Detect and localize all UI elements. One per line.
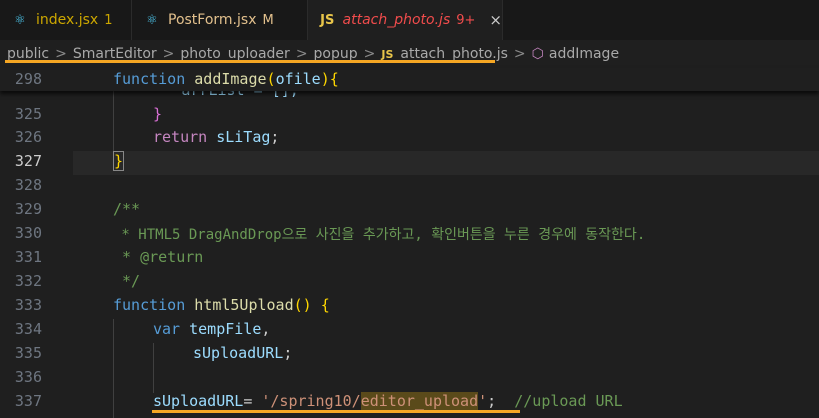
- editor-tab-bar: ⚛ index.jsx 1 ⚛ PostForm.jsx M JS attach…: [0, 0, 819, 40]
- current-line-highlight: [73, 151, 819, 175]
- matching-bracket: }: [113, 151, 125, 171]
- indent-guide: [113, 91, 114, 151]
- code-line: }: [153, 105, 163, 123]
- annotation-underline: [5, 60, 495, 63]
- line-number: 333: [14, 296, 42, 314]
- code-line: /**: [113, 200, 141, 218]
- tab-label: index.jsx: [36, 12, 99, 28]
- code-line: * @return: [113, 248, 204, 266]
- line-number: 337: [14, 392, 42, 410]
- problems-badge: 1: [104, 12, 113, 28]
- line-number: 332: [14, 272, 42, 290]
- react-icon: ⚛: [14, 12, 26, 28]
- line-number: 331: [14, 248, 42, 266]
- tab-label: PostForm.jsx: [168, 12, 257, 28]
- indent-guide: [113, 319, 114, 418]
- code-line: function addImage(ofile){: [113, 70, 339, 88]
- sticky-scroll-header[interactable]: 298 function addImage(ofile){: [0, 68, 819, 91]
- react-icon: ⚛: [146, 12, 158, 28]
- line-number: 325: [14, 105, 42, 123]
- method-cube-icon: ⬡: [531, 46, 544, 62]
- annotation-underline: [152, 410, 520, 413]
- line-number: 335: [14, 344, 42, 362]
- line-number: 328: [14, 176, 42, 194]
- code-editor[interactable]: arrList = []; 298 function addImage(ofil…: [0, 68, 819, 418]
- line-number: 327: [14, 152, 42, 170]
- code-line: sUploadURL= '/spring10/editor_upload'; /…: [153, 392, 623, 410]
- line-number: 298: [14, 70, 42, 88]
- js-icon: JS: [320, 12, 335, 28]
- breadcrumb: public > SmartEditor > photo_uploader > …: [0, 40, 819, 68]
- line-number: 326: [14, 128, 42, 146]
- indent-guide: [153, 343, 154, 393]
- code-line: * HTML5 DragAndDrop으로 사진을 추가하고, 확인버튼을 누른…: [113, 227, 646, 243]
- close-icon[interactable]: ×: [489, 11, 502, 29]
- modified-badge: M: [262, 12, 274, 28]
- problems-badge: 9+: [456, 12, 476, 28]
- chevron-right-icon: >: [513, 46, 526, 62]
- code-line: var tempFile,: [153, 320, 271, 338]
- code-line: function html5Upload() {: [113, 296, 330, 314]
- line-number: 330: [14, 224, 42, 242]
- js-file-icon: JS: [381, 47, 394, 61]
- code-line: sUploadURL;: [193, 344, 293, 362]
- line-number: 334: [14, 320, 42, 338]
- tab-label: attach_photo.js: [342, 12, 451, 28]
- search-match: editor_upload: [360, 392, 479, 410]
- code-line: return sLiTag;: [153, 128, 280, 146]
- code-line: }: [113, 151, 125, 171]
- line-number: 336: [14, 368, 42, 386]
- breadcrumb-item-symbol[interactable]: addImage: [549, 46, 619, 62]
- tab-postform-jsx[interactable]: ⚛ PostForm.jsx M: [132, 0, 308, 40]
- tab-attach-photo-js[interactable]: JS attach_photo.js 9+ ×: [308, 0, 503, 40]
- line-number: 329: [14, 200, 42, 218]
- code-line: */: [113, 272, 141, 290]
- tab-index-jsx[interactable]: ⚛ index.jsx 1: [0, 0, 132, 40]
